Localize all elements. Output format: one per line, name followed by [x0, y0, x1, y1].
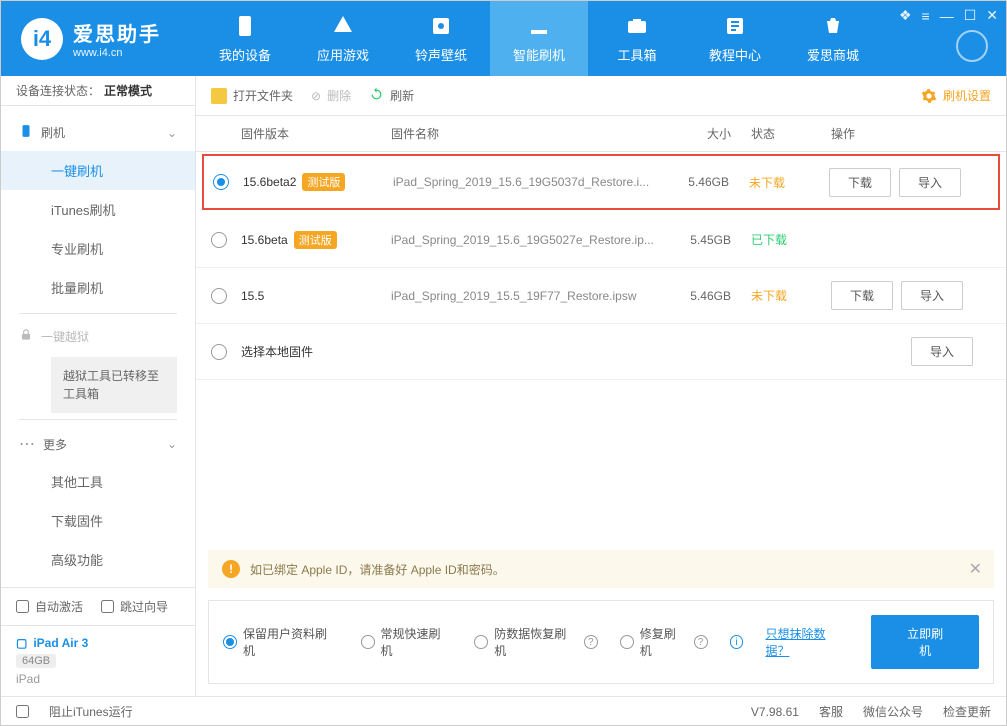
maximize-icon[interactable]: ☐ — [964, 7, 977, 24]
warning-icon: ! — [222, 560, 240, 578]
nav-tab-1[interactable]: 应用游戏 — [294, 1, 392, 76]
flash-options: 保留用户资料刷机常规快速刷机防数据恢复刷机? 修复刷机? i 只想抹除数据？ 立即刷机 — [208, 600, 994, 684]
refresh-button[interactable]: 刷新 — [369, 87, 414, 105]
nav-icon — [624, 13, 650, 39]
help-icon[interactable]: ? — [694, 635, 708, 649]
logo-icon: i4 — [21, 18, 63, 60]
row-radio[interactable] — [211, 288, 227, 304]
chevron-down-icon: ⌄ — [167, 437, 177, 451]
nav-tabs: 我的设备应用游戏铃声壁纸智能刷机工具箱教程中心爱思商城 — [196, 1, 882, 76]
nav-icon — [330, 13, 356, 39]
auto-activate-row: 自动激活 跳过向导 — [1, 588, 195, 625]
lock-icon — [19, 328, 33, 345]
download-button[interactable] — [956, 30, 988, 62]
row-op-button[interactable]: 导入 — [901, 281, 963, 310]
row-radio[interactable] — [211, 344, 227, 360]
sidebar-flash-head[interactable]: 刷机 ⌄ — [1, 114, 195, 151]
app-version: V7.98.61 — [751, 705, 799, 719]
nav-icon — [428, 13, 454, 39]
flash-option-1[interactable]: 常规快速刷机 — [361, 625, 453, 659]
option-radio[interactable] — [361, 635, 375, 649]
close-icon[interactable]: ✕ — [986, 7, 998, 24]
list-icon[interactable]: ≡ — [922, 8, 930, 24]
option-radio[interactable] — [474, 635, 488, 649]
more-icon: ⋯ — [19, 434, 35, 454]
row-op-button[interactable]: 下载 — [829, 168, 891, 197]
nav-tab-5[interactable]: 教程中心 — [686, 1, 784, 76]
chevron-down-icon: ⌄ — [167, 126, 177, 140]
notice-bar: ! 如已绑定 Apple ID，请准备好 Apple ID和密码。 ✕ — [208, 550, 994, 588]
gear-icon — [921, 88, 937, 104]
close-notice-button[interactable]: ✕ — [969, 559, 982, 579]
delete-button[interactable]: ⊘ 删除 — [311, 87, 351, 104]
info-icon[interactable]: i — [730, 635, 744, 649]
table-row[interactable]: 15.6beta测试版iPad_Spring_2019_15.6_19G5027… — [196, 212, 1006, 268]
flash-option-3[interactable]: 修复刷机? — [620, 625, 708, 659]
option-radio[interactable] — [620, 635, 634, 649]
nav-icon — [820, 13, 846, 39]
sidebar-item-1[interactable]: iTunes刷机 — [1, 190, 195, 229]
sidebar-item-3[interactable]: 批量刷机 — [1, 268, 195, 307]
device-icon: ▢ — [16, 636, 27, 650]
nav-tab-0[interactable]: 我的设备 — [196, 1, 294, 76]
nav-icon — [722, 13, 748, 39]
footer-update[interactable]: 检查更新 — [943, 703, 991, 720]
footer-wechat[interactable]: 微信公众号 — [863, 703, 923, 720]
footer: 阻止iTunes运行 V7.98.61 客服 微信公众号 检查更新 — [1, 696, 1006, 726]
prevent-itunes-checkbox[interactable] — [16, 705, 29, 718]
nav-icon — [526, 13, 552, 39]
table-row[interactable]: 选择本地固件导入 — [196, 324, 1006, 380]
menu-icon[interactable]: ❖ — [899, 7, 912, 24]
logo: i4 爱思助手 www.i4.cn — [1, 18, 196, 60]
delete-icon: ⊘ — [311, 89, 321, 103]
table-row[interactable]: 15.6beta2测试版iPad_Spring_2019_15.6_19G503… — [202, 154, 1000, 210]
phone-icon — [19, 122, 33, 143]
app-header: i4 爱思助手 www.i4.cn 我的设备应用游戏铃声壁纸智能刷机工具箱教程中… — [1, 1, 1006, 76]
flash-option-2[interactable]: 防数据恢复刷机? — [474, 625, 598, 659]
row-radio[interactable] — [213, 174, 229, 190]
skip-guide-checkbox[interactable] — [101, 600, 114, 613]
nav-tab-6[interactable]: 爱思商城 — [784, 1, 882, 76]
nav-tab-4[interactable]: 工具箱 — [588, 1, 686, 76]
sidebar: 设备连接状态： 正常模式 刷机 ⌄ 一键刷机iTunes刷机专业刷机批量刷机 一… — [1, 76, 196, 696]
row-radio[interactable] — [211, 232, 227, 248]
row-op-button[interactable]: 导入 — [911, 337, 973, 366]
flash-option-0[interactable]: 保留用户资料刷机 — [223, 625, 339, 659]
flash-settings-button[interactable]: 刷机设置 — [921, 87, 991, 104]
sidebar-more-item-0[interactable]: 其他工具 — [1, 462, 195, 501]
toolbar: 打开文件夹 ⊘ 删除 刷新 刷机设置 — [196, 76, 1006, 116]
footer-support[interactable]: 客服 — [819, 703, 843, 720]
device-status: 设备连接状态： 正常模式 — [1, 76, 195, 106]
nav-tab-2[interactable]: 铃声壁纸 — [392, 1, 490, 76]
folder-icon — [211, 88, 227, 104]
open-folder-button[interactable]: 打开文件夹 — [211, 87, 293, 104]
row-op-button[interactable]: 导入 — [899, 168, 961, 197]
option-radio[interactable] — [223, 635, 237, 649]
sidebar-item-2[interactable]: 专业刷机 — [1, 229, 195, 268]
table-row[interactable]: 15.5iPad_Spring_2019_15.5_19F77_Restore.… — [196, 268, 1006, 324]
sidebar-more-item-1[interactable]: 下载固件 — [1, 501, 195, 540]
sidebar-item-0[interactable]: 一键刷机 — [1, 151, 195, 190]
table-header: 固件版本 固件名称 大小 状态 操作 — [196, 116, 1006, 152]
beta-badge: 测试版 — [294, 231, 337, 249]
app-title: 爱思助手 — [73, 18, 161, 47]
sidebar-more-item-2[interactable]: 高级功能 — [1, 540, 195, 579]
refresh-icon — [369, 87, 384, 105]
device-info[interactable]: ▢ iPad Air 3 64GB iPad — [1, 625, 195, 696]
nav-tab-3[interactable]: 智能刷机 — [490, 1, 588, 76]
row-op-button[interactable]: 下载 — [831, 281, 893, 310]
flash-now-button[interactable]: 立即刷机 — [871, 615, 979, 669]
auto-activate-checkbox[interactable] — [16, 600, 29, 613]
minimize-icon[interactable]: — — [940, 8, 954, 24]
window-controls: ❖ ≡ — ☐ ✕ — [899, 7, 998, 24]
sidebar-more-head[interactable]: ⋯ 更多 ⌄ — [1, 426, 195, 462]
app-url: www.i4.cn — [73, 47, 161, 59]
sidebar-jailbreak-head: 一键越狱 — [1, 320, 195, 353]
help-icon[interactable]: ? — [584, 635, 598, 649]
erase-data-link[interactable]: 只想抹除数据？ — [765, 625, 849, 659]
jailbreak-note: 越狱工具已转移至工具箱 — [51, 357, 177, 413]
nav-icon — [232, 13, 258, 39]
beta-badge: 测试版 — [302, 173, 345, 191]
main-content: 打开文件夹 ⊘ 删除 刷新 刷机设置 固件版本 固件名称 大小 状态 操作 15… — [196, 76, 1006, 696]
